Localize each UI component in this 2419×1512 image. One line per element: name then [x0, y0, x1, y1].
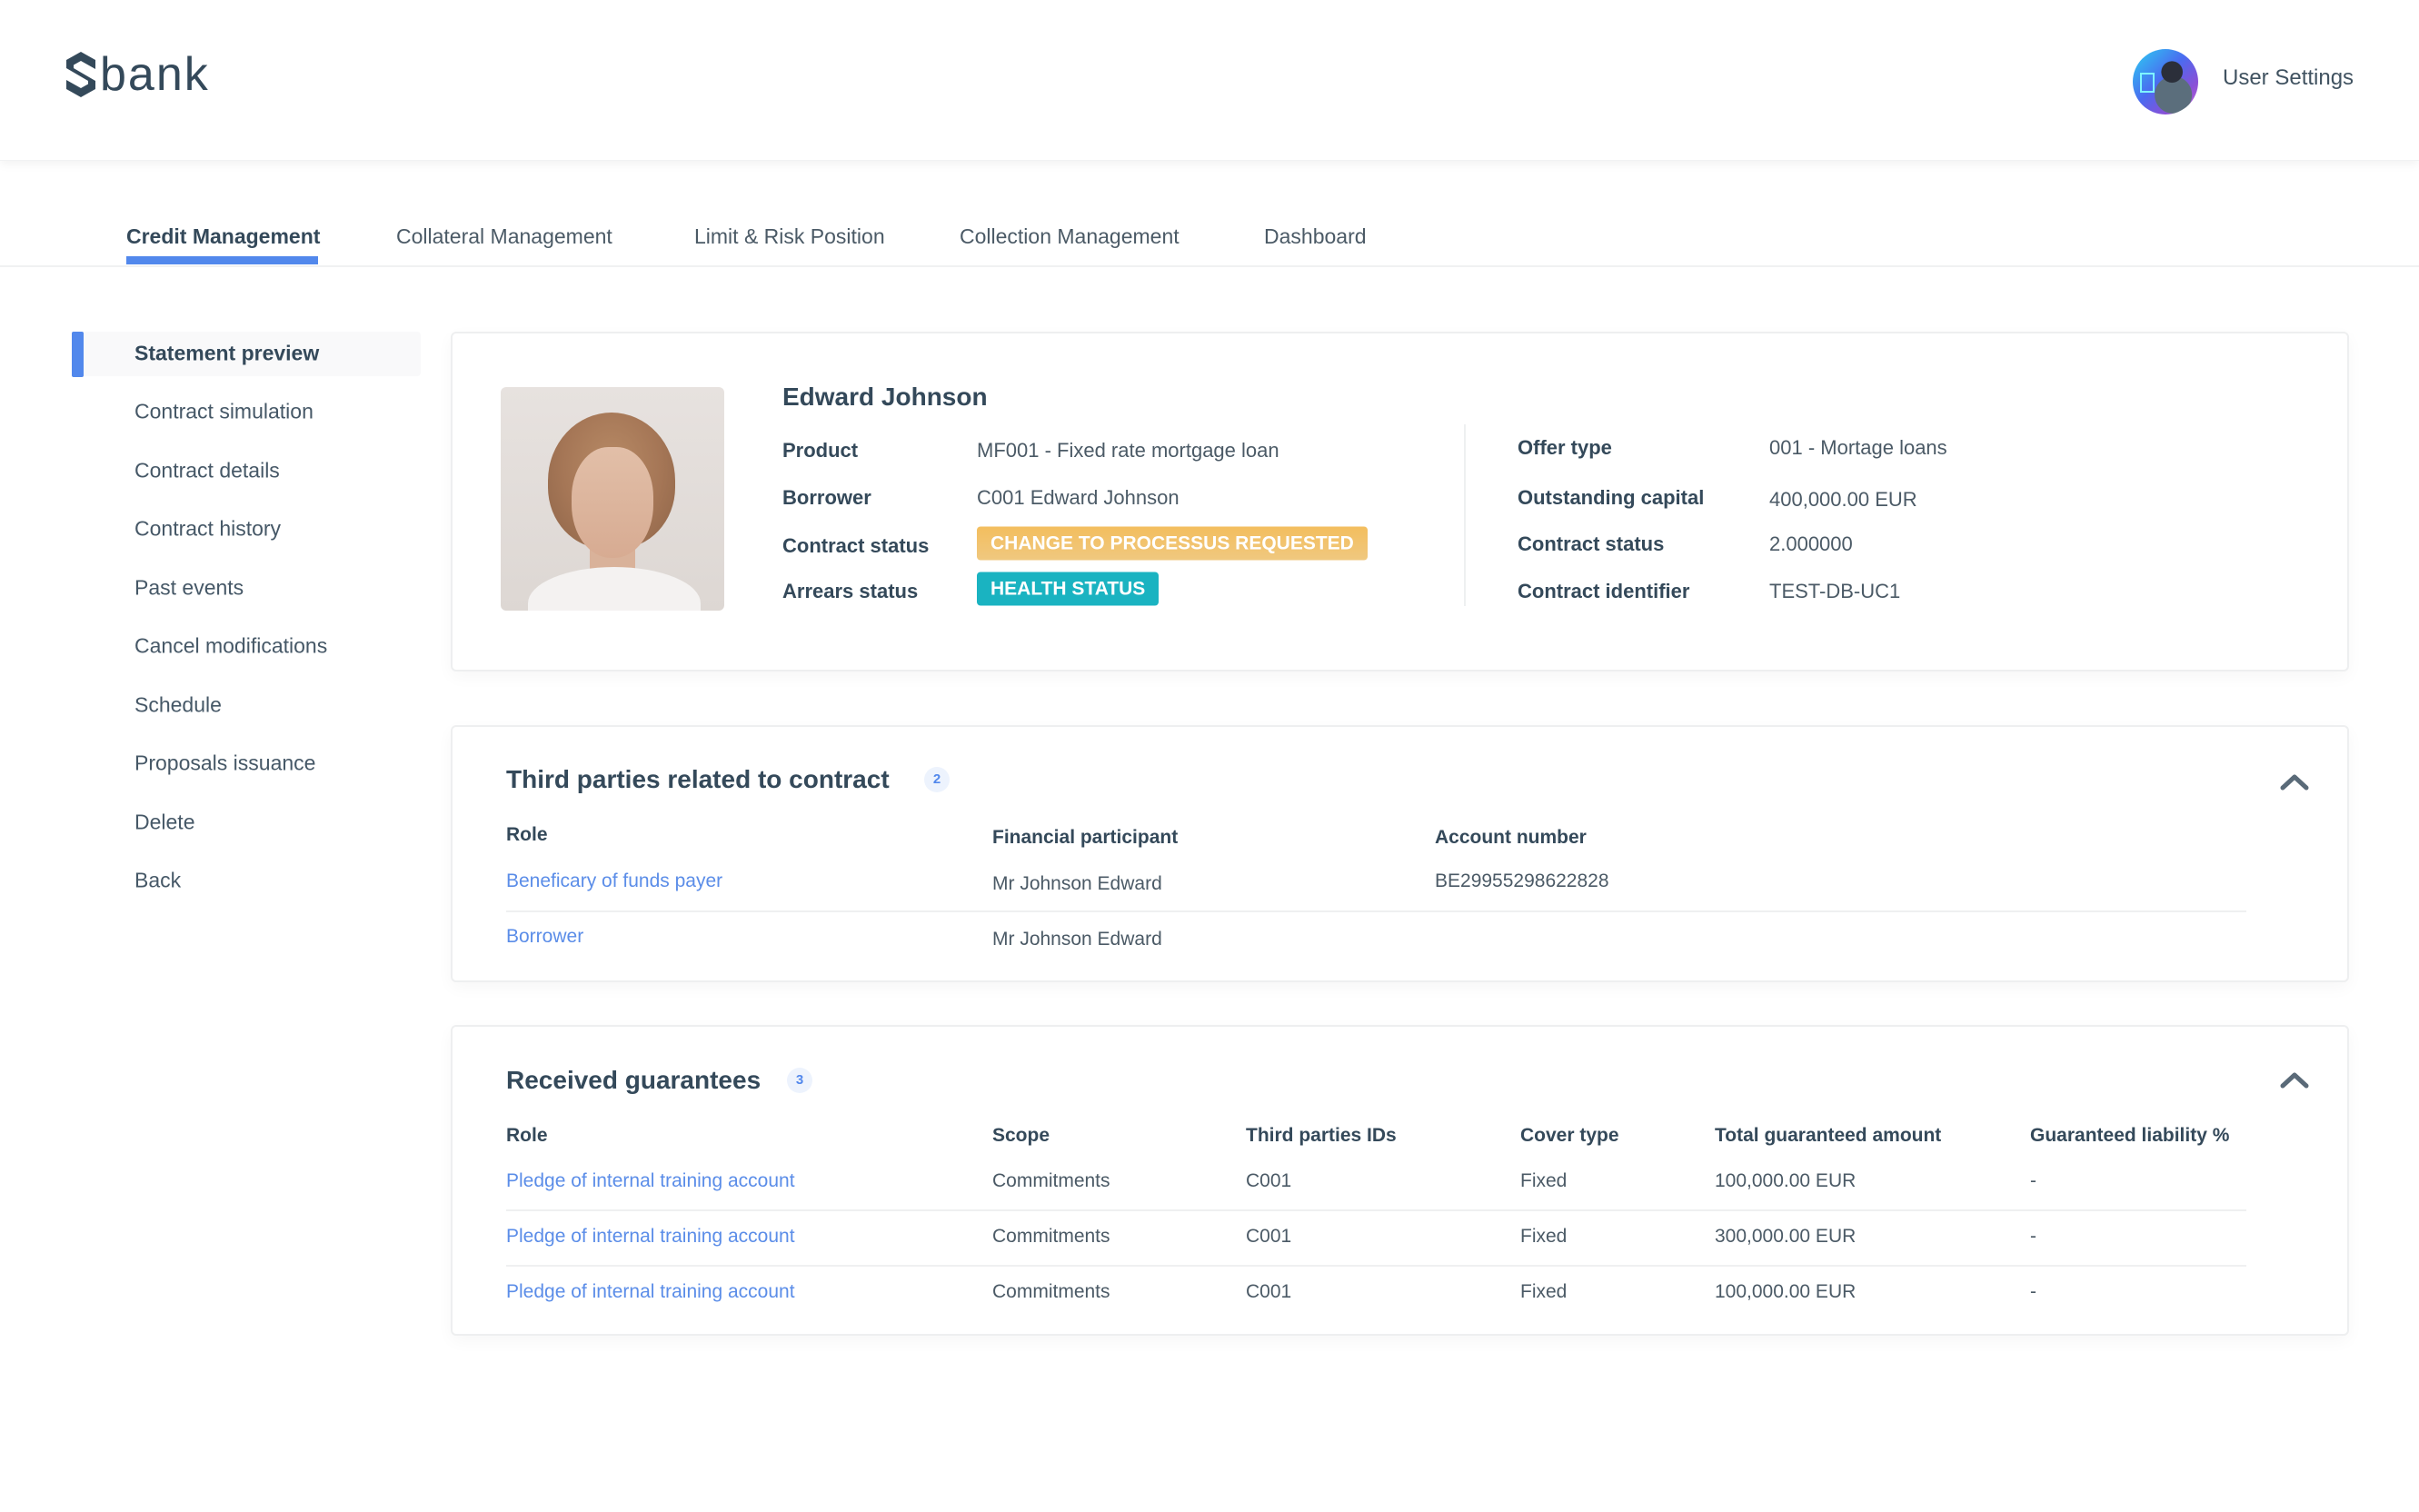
brand-name: bank — [100, 48, 210, 101]
guarantee-scope: Commitments — [992, 1281, 1110, 1302]
column-header-role: Role — [506, 1125, 548, 1146]
guarantee-third-party-id: C001 — [1246, 1226, 1292, 1247]
third-party-role-link[interactable]: Beneficary of funds payer — [506, 870, 722, 892]
sidebar-item-contract-simulation[interactable]: Contract simulation — [134, 400, 314, 424]
guarantee-role-link[interactable]: Pledge of internal training account — [506, 1170, 795, 1192]
third-parties-count-badge: 2 — [924, 767, 950, 792]
column-header-cover-type: Cover type — [1520, 1125, 1619, 1146]
column-header-scope: Scope — [992, 1125, 1050, 1146]
tab-credit-management[interactable]: Credit Management — [126, 224, 320, 249]
brand-logo[interactable]: bank — [65, 51, 210, 98]
field-value-borrower: C001 Edward Johnson — [977, 486, 1180, 509]
guarantee-scope: Commitments — [992, 1170, 1110, 1191]
guarantee-cover-type: Fixed — [1520, 1281, 1568, 1302]
field-label-contract-status-code: Contract status — [1518, 532, 1665, 555]
guarantee-cover-type: Fixed — [1520, 1226, 1568, 1247]
guarantee-liability: - — [2030, 1281, 2036, 1302]
tab-dashboard[interactable]: Dashboard — [1264, 224, 1367, 249]
borrower-photo — [501, 387, 724, 611]
sidebar-item-delete[interactable]: Delete — [134, 811, 194, 835]
logo-s-icon — [66, 52, 95, 97]
column-header-financial-participant: Financial participant — [992, 827, 1179, 848]
user-settings-link[interactable]: User Settings — [2223, 65, 2354, 91]
arrears-status-badge: HEALTH STATUS — [977, 572, 1160, 606]
tab-collection-management[interactable]: Collection Management — [960, 224, 1180, 249]
guarantee-amount: 300,000.00 EUR — [1715, 1226, 1857, 1247]
sidebar-item-contract-history[interactable]: Contract history — [134, 517, 281, 542]
guarantee-third-party-id: C001 — [1246, 1281, 1292, 1302]
column-header-role: Role — [506, 824, 548, 845]
row-divider — [506, 1265, 2246, 1267]
avatar-neon-decoration — [2140, 73, 2155, 93]
column-header-third-parties-ids: Third parties IDs — [1246, 1125, 1397, 1146]
sidebar-item-schedule[interactable]: Schedule — [134, 693, 222, 718]
sidebar-item-proposals-issuance[interactable]: Proposals issuance — [134, 751, 315, 776]
guarantee-role-link[interactable]: Pledge of internal training account — [506, 1281, 795, 1303]
field-value-product: MF001 - Fixed rate mortgage loan — [977, 439, 1279, 462]
field-label-outstanding-capital: Outstanding capital — [1518, 486, 1705, 509]
sidebar-item-past-events[interactable]: Past events — [134, 576, 244, 601]
guarantee-role-link[interactable]: Pledge of internal training account — [506, 1226, 795, 1248]
sidebar-item-cancel-modifications[interactable]: Cancel modifications — [134, 634, 327, 659]
field-label-contract-identifier: Contract identifier — [1518, 580, 1690, 602]
field-label-offer-type: Offer type — [1518, 436, 1612, 459]
sidebar-item-back[interactable]: Back — [134, 869, 181, 893]
borrower-name: Edward Johnson — [782, 383, 988, 411]
field-label-product: Product — [782, 439, 859, 462]
third-party-participant: Mr Johnson Edward — [992, 873, 1162, 894]
guarantees-title: Received guarantees — [506, 1066, 762, 1094]
guarantee-amount: 100,000.00 EUR — [1715, 1281, 1857, 1302]
contract-status-badge: CHANGE TO PROCESSUS REQUESTED — [977, 526, 1368, 561]
sidebar-item-statement-preview[interactable]: Statement preview — [134, 342, 319, 366]
active-tab-indicator — [126, 256, 318, 264]
third-party-role-link[interactable]: Borrower — [506, 926, 583, 948]
tab-collateral-management[interactable]: Collateral Management — [396, 224, 612, 249]
sidebar-item-contract-details[interactable]: Contract details — [134, 459, 280, 483]
collapse-chevron-up-icon[interactable] — [2279, 1069, 2310, 1089]
field-value-offer-type: 001 - Mortage loans — [1769, 436, 1947, 459]
sidebar-active-indicator — [72, 332, 84, 377]
field-value-outstanding-capital: 400,000.00 EUR — [1769, 488, 1917, 511]
row-divider — [506, 1209, 2246, 1211]
third-parties-title: Third parties related to contract — [506, 765, 890, 793]
user-avatar[interactable] — [2133, 49, 2198, 114]
main-tabs: Credit Management Collateral Management … — [0, 160, 2419, 267]
column-header-account-number: Account number — [1435, 827, 1587, 848]
field-value-contract-identifier: TEST-DB-UC1 — [1769, 580, 1901, 602]
tab-limit-risk-position[interactable]: Limit & Risk Position — [694, 224, 885, 249]
third-party-account: BE29955298622828 — [1435, 870, 1609, 891]
received-guarantees-card: Received guarantees 3 Role Scope Third p… — [451, 1025, 2349, 1336]
guarantees-count-badge: 3 — [787, 1068, 812, 1093]
app-header: bank User Settings — [0, 0, 2419, 161]
guarantee-liability: - — [2030, 1226, 2036, 1247]
guarantee-cover-type: Fixed — [1520, 1170, 1568, 1191]
column-header-total-guaranteed-amount: Total guaranteed amount — [1715, 1125, 1942, 1146]
contract-summary-card: Edward Johnson Product MF001 - Fixed rat… — [451, 332, 2349, 671]
third-party-participant: Mr Johnson Edward — [992, 929, 1162, 950]
guarantee-amount: 100,000.00 EUR — [1715, 1170, 1857, 1191]
guarantee-liability: - — [2030, 1170, 2036, 1191]
collapse-chevron-up-icon[interactable] — [2279, 771, 2310, 791]
field-value-contract-status-code: 2.000000 — [1769, 532, 1853, 555]
guarantee-third-party-id: C001 — [1246, 1170, 1292, 1191]
column-header-guaranteed-liability: Guaranteed liability % — [2030, 1125, 2230, 1146]
third-parties-card: Third parties related to contract 2 Role… — [451, 725, 2349, 982]
field-label-arrears-status: Arrears status — [782, 580, 919, 602]
guarantee-scope: Commitments — [992, 1226, 1110, 1247]
field-label-borrower: Borrower — [782, 486, 871, 509]
row-divider — [506, 910, 2246, 912]
field-label-contract-status: Contract status — [782, 534, 930, 557]
summary-divider — [1464, 424, 1466, 606]
